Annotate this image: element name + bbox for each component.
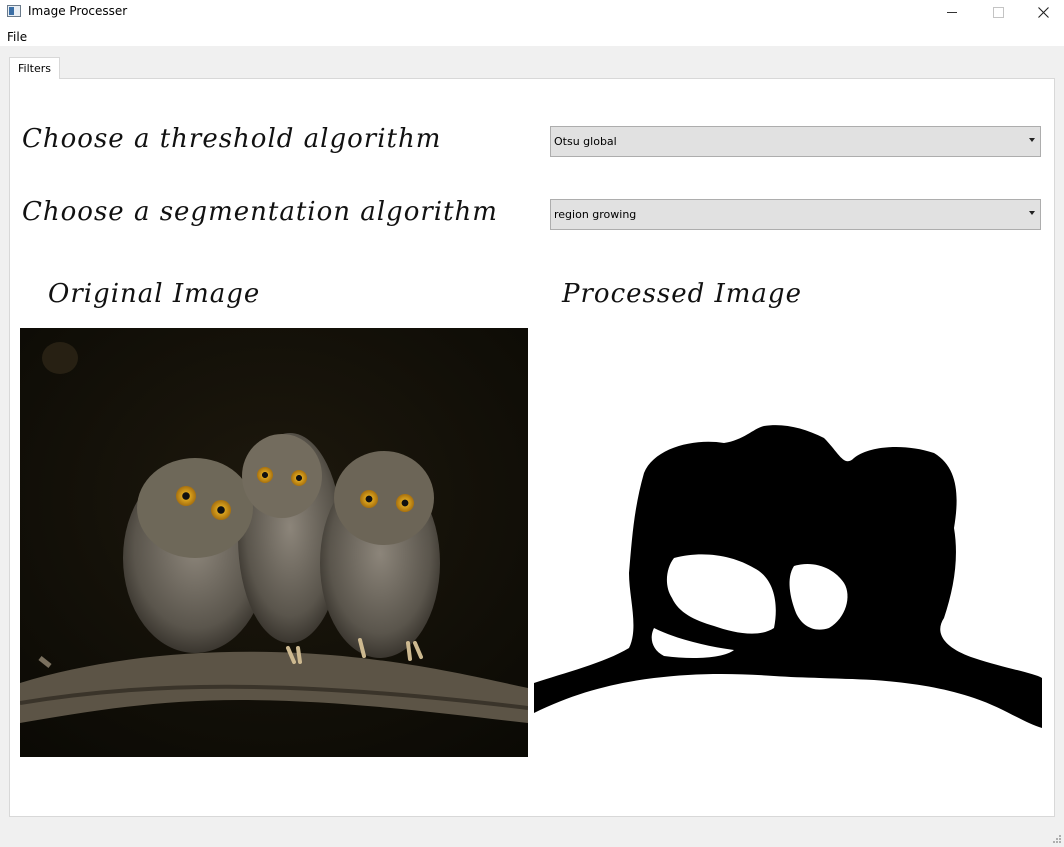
resize-grip-icon[interactable] bbox=[1050, 832, 1062, 844]
segmentation-select-value: region growing bbox=[554, 208, 637, 221]
minimize-button[interactable] bbox=[929, 0, 975, 24]
segmentation-select[interactable]: region growing bbox=[550, 199, 1041, 230]
dropdown-arrow-icon bbox=[1029, 211, 1035, 215]
window-title: Image Processer bbox=[28, 4, 128, 18]
title-bar: Image Processer bbox=[0, 0, 1064, 24]
close-icon bbox=[1037, 6, 1049, 18]
threshold-select-value: Otsu global bbox=[554, 135, 617, 148]
threshold-label: Choose a threshold algorithm bbox=[22, 124, 442, 154]
processed-image-label: Processed Image bbox=[562, 279, 802, 309]
close-button[interactable] bbox=[1020, 0, 1064, 24]
segmentation-label: Choose a segmentation algorithm bbox=[22, 197, 498, 227]
original-image bbox=[20, 328, 528, 757]
menu-file[interactable]: File bbox=[7, 30, 27, 44]
menu-bar: File bbox=[0, 24, 1064, 46]
original-image-label: Original Image bbox=[48, 279, 261, 309]
maximize-icon bbox=[992, 6, 1004, 18]
app-icon bbox=[7, 5, 21, 17]
dropdown-arrow-icon bbox=[1029, 138, 1035, 142]
threshold-select[interactable]: Otsu global bbox=[550, 126, 1041, 157]
processed-image bbox=[534, 328, 1042, 757]
tab-filters[interactable]: Filters bbox=[9, 57, 60, 79]
minimize-icon bbox=[947, 11, 957, 13]
maximize-button[interactable] bbox=[975, 0, 1021, 24]
